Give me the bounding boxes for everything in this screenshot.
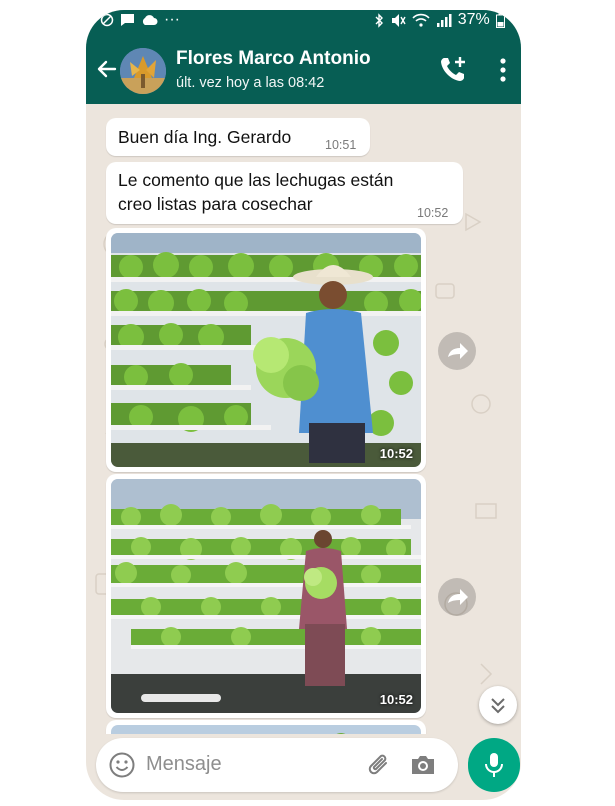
more-notifications-icon: ··· (164, 11, 180, 28)
chat-area[interactable]: Buen día Ing. Gerardo 10:51 Le comento q… (86, 104, 521, 734)
status-bar: ··· 37% 09: (86, 10, 521, 32)
battery-icon (495, 12, 505, 28)
forward-icon (448, 343, 468, 359)
message-bubble[interactable]: Buen día Ing. Gerardo 10:51 (106, 118, 370, 156)
forward-icon (448, 589, 468, 605)
mute-icon (391, 13, 406, 27)
image-message[interactable]: 10:52 (106, 228, 426, 472)
more-options-icon[interactable] (496, 56, 510, 84)
signal-circle-icon (100, 13, 114, 27)
message-input-bar[interactable]: Mensaje (96, 738, 458, 792)
cloud-icon (142, 15, 158, 25)
double-chevron-down-icon (491, 698, 505, 714)
bluetooth-icon (375, 12, 383, 28)
emoji-icon[interactable] (108, 751, 136, 779)
wifi-icon (412, 13, 430, 27)
message-time: 10:52 (417, 206, 449, 220)
lettuce-photo-3 (336, 733, 346, 734)
avatar[interactable] (120, 48, 166, 94)
battery-percent: 37% (457, 11, 490, 28)
message-input[interactable]: Mensaje (146, 753, 222, 776)
avatar-image (120, 48, 166, 94)
message-time: 10:51 (325, 138, 357, 152)
back-arrow-icon[interactable] (94, 56, 120, 82)
lettuce-photo-2 (111, 479, 421, 713)
cell-signal-icon (436, 14, 452, 27)
photo-time: 10:52 (379, 692, 413, 707)
message-text: Buen día Ing. Gerardo (118, 127, 292, 147)
clock: 09: (510, 11, 521, 28)
message-notification-icon (121, 14, 134, 26)
last-seen-status: últ. vez hoy a las 08:42 (176, 75, 325, 91)
chat-header: Flores Marco Antonio últ. vez hoy a las … (86, 32, 521, 104)
image-message[interactable]: 10:52 (106, 474, 426, 718)
lettuce-photo-1 (111, 233, 421, 467)
voice-message-button[interactable] (468, 738, 520, 792)
forward-button[interactable] (438, 332, 476, 370)
message-bubble[interactable]: Le comento que las lechugas están creo l… (106, 162, 463, 224)
message-photo[interactable]: 10:52 (111, 233, 421, 467)
image-message[interactable] (106, 720, 426, 734)
message-text: creo listas para cosechar (118, 194, 313, 214)
photo-time: 10:52 (379, 446, 413, 461)
mic-icon (485, 753, 503, 777)
phone-screen: ··· 37% 09: Flores Marco Antonio últ. (86, 10, 521, 800)
message-photo[interactable]: 10:52 (111, 479, 421, 713)
add-call-icon[interactable] (438, 54, 468, 84)
camera-icon[interactable] (409, 752, 437, 778)
message-text: Le comento que las lechugas están (118, 170, 394, 190)
contact-name[interactable]: Flores Marco Antonio (176, 48, 371, 70)
attach-icon[interactable] (366, 751, 394, 779)
message-photo[interactable] (111, 725, 421, 734)
forward-button[interactable] (438, 578, 476, 616)
scroll-to-bottom-button[interactable] (479, 686, 517, 724)
